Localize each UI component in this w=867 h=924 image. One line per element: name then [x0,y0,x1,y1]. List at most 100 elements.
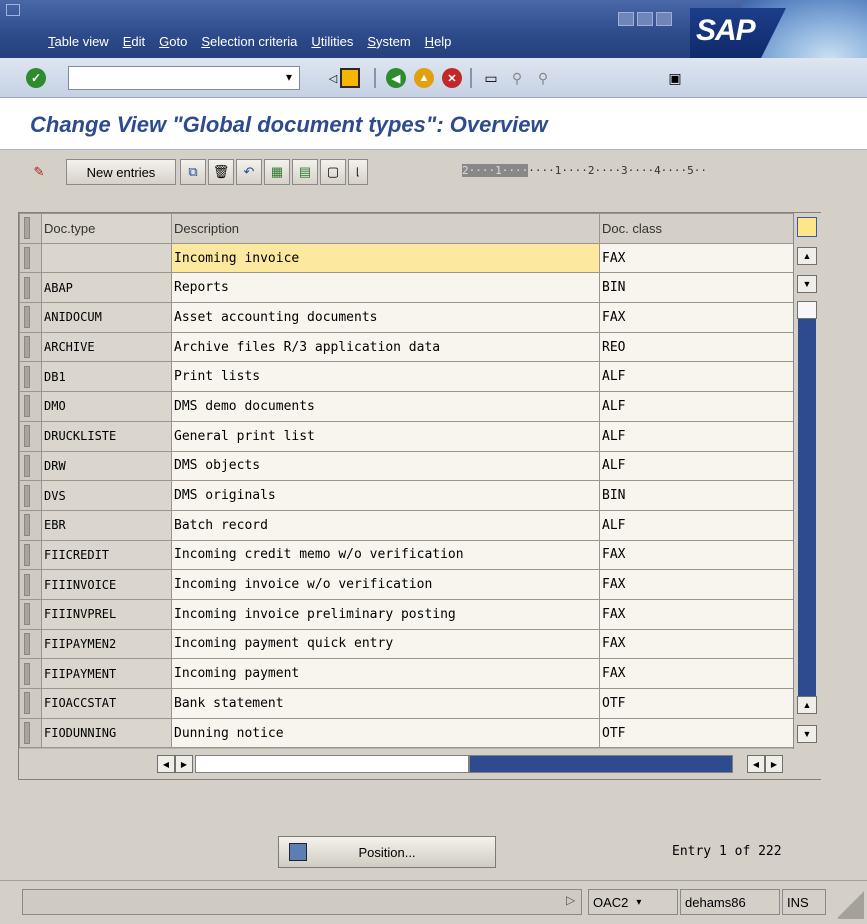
status-transaction[interactable]: OAC2 ▾ [588,889,678,915]
row-selector[interactable] [19,658,42,689]
description-cell[interactable]: Archive files R/3 application data [171,331,600,363]
doc-class-cell[interactable]: FAX [599,598,812,630]
doc-class-cell[interactable]: ALF [599,391,812,422]
page-up-icon[interactable]: ▲ [797,696,817,714]
description-cell[interactable]: Incoming invoice w/o verification [171,569,600,600]
doc-class-cell[interactable]: FAX [599,242,812,274]
doc-class-cell[interactable]: FAX [599,569,812,600]
select-block-icon[interactable]: ▤ [292,159,318,185]
menu-edit[interactable]: Edit [123,34,145,49]
row-selector[interactable] [19,331,42,363]
undo-icon[interactable]: ↶ [236,159,262,185]
doc-class-cell[interactable]: OTF [599,717,812,749]
scroll-track[interactable] [798,302,816,706]
command-dropdown-icon[interactable]: ▾ [281,67,297,87]
description-cell[interactable]: Bank statement [171,688,600,719]
description-cell[interactable]: Incoming invoice preliminary posting [171,598,600,630]
menu-system[interactable]: System [367,34,410,49]
minimize-button[interactable] [618,12,634,26]
copy-icon[interactable]: ⧉ [180,159,206,185]
cancel-icon[interactable]: ✕ [442,68,462,88]
scroll-up-icon[interactable]: ▲ [797,247,817,265]
description-cell[interactable]: Incoming invoice [171,242,600,274]
save-icon[interactable] [340,68,360,88]
col-doc-class[interactable]: Doc. class [599,213,812,244]
vertical-scrollbar[interactable]: ▲ ▼ ▲ ▼ [793,213,821,749]
print-icon[interactable]: ▭ [480,68,502,88]
scroll-thumb[interactable] [797,301,817,319]
system-menu-icon[interactable] [6,4,20,16]
more-icon[interactable]: ⌊ [348,159,368,185]
deselect-all-icon[interactable]: ▢ [320,159,346,185]
doc-class-cell[interactable]: FAX [599,302,812,333]
row-selector[interactable] [19,242,42,274]
doc-class-cell[interactable]: FAX [599,539,812,571]
select-all-cell[interactable] [19,213,42,244]
hscroll-track[interactable] [469,755,733,773]
row-selector[interactable] [19,628,42,660]
exit-icon[interactable]: ▲ [414,68,434,88]
row-selector[interactable] [19,480,42,511]
doc-class-cell[interactable]: ALF [599,509,812,541]
position-button[interactable]: Position... [278,836,496,868]
doc-class-cell[interactable]: FAX [599,658,812,689]
back-icon[interactable]: ◀ [386,68,406,88]
menu-goto[interactable]: Goto [159,34,187,49]
row-selector[interactable] [19,450,42,482]
description-cell[interactable]: Dunning notice [171,717,600,749]
status-toggle-icon[interactable]: ▷ [566,893,575,907]
table-settings-icon[interactable] [797,217,817,237]
col-doc-type[interactable]: Doc.type [41,213,172,244]
new-entries-button[interactable]: New entries [66,159,176,185]
menu-utilities[interactable]: Utilities [311,34,353,49]
page-down-icon[interactable]: ▼ [797,725,817,743]
create-session-icon[interactable]: ▣ [664,68,686,88]
find-next-icon[interactable]: ⚲ [532,68,554,88]
description-cell[interactable]: General print list [171,420,600,452]
maximize-button[interactable] [637,12,653,26]
description-cell[interactable]: DMS demo documents [171,391,600,422]
delete-icon[interactable]: 🗑 [208,159,234,185]
description-cell[interactable]: Incoming credit memo w/o verification [171,539,600,571]
doc-class-cell[interactable]: ALF [599,420,812,452]
row-selector[interactable] [19,539,42,571]
row-selector[interactable] [19,361,42,393]
doc-class-cell[interactable]: ALF [599,361,812,393]
description-cell[interactable]: Batch record [171,509,600,541]
scroll-left-icon[interactable]: ◀ [747,755,765,773]
row-selector[interactable] [19,569,42,600]
row-selector[interactable] [19,272,42,304]
row-selector[interactable] [19,420,42,452]
doc-class-cell[interactable]: FAX [599,628,812,660]
description-cell[interactable]: Incoming payment [171,658,600,689]
menu-selection-criteria[interactable]: Selection criteria [201,34,297,49]
enter-icon[interactable]: ✓ [26,68,46,88]
col-description[interactable]: Description [171,213,600,244]
menu-help[interactable]: Help [425,34,452,49]
scroll-right-icon[interactable]: ▶ [765,755,783,773]
status-dropdown-icon[interactable]: ▾ [636,897,641,908]
find-icon[interactable]: ⚲ [506,68,528,88]
scroll-down-icon[interactable]: ▼ [797,275,817,293]
doc-class-cell[interactable]: BIN [599,480,812,511]
row-selector[interactable] [19,509,42,541]
close-window-button[interactable] [656,12,672,26]
description-cell[interactable]: Asset accounting documents [171,302,600,333]
description-cell[interactable]: DMS originals [171,480,600,511]
doc-class-cell[interactable]: ALF [599,450,812,482]
row-selector[interactable] [19,717,42,749]
row-selector[interactable] [19,688,42,719]
row-selector[interactable] [19,302,42,333]
display-change-icon[interactable]: ✎ [26,159,52,185]
description-cell[interactable]: Incoming payment quick entry [171,628,600,660]
doc-class-cell[interactable]: BIN [599,272,812,304]
scroll-left-icon[interactable]: ◀ [157,755,175,773]
doc-class-cell[interactable]: REO [599,331,812,363]
description-cell[interactable]: Reports [171,272,600,304]
command-field[interactable] [68,66,300,90]
menu-table-view[interactable]: Table view [48,34,109,49]
row-selector[interactable] [19,391,42,422]
scroll-right-icon[interactable]: ▶ [175,755,193,773]
description-cell[interactable]: DMS objects [171,450,600,482]
doc-class-cell[interactable]: OTF [599,688,812,719]
